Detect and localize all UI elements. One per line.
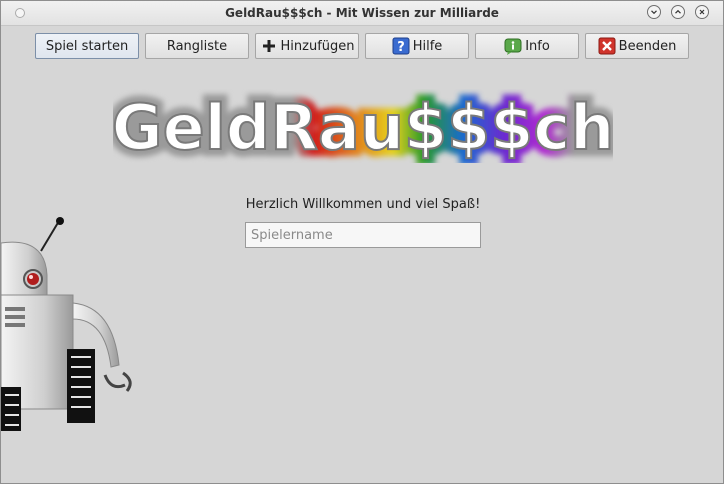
- app-window: GeldRau$$$ch - Mit Wissen zur Milliarde …: [0, 0, 724, 484]
- minimize-button[interactable]: [647, 5, 661, 19]
- quit-button[interactable]: Beenden: [585, 33, 689, 59]
- chevron-up-icon: [675, 9, 681, 14]
- start-game-label: Spiel starten: [45, 38, 129, 54]
- help-label: Hilfe: [412, 38, 443, 54]
- help-icon: ?: [392, 37, 410, 55]
- add-button[interactable]: Hinzufügen: [255, 33, 359, 59]
- add-label: Hinzufügen: [280, 38, 355, 54]
- title-bar: GeldRau$$$ch - Mit Wissen zur Milliarde: [1, 1, 723, 26]
- start-game-button[interactable]: Spiel starten: [35, 33, 139, 59]
- player-name-input[interactable]: [245, 222, 481, 248]
- window-title: GeldRau$$$ch - Mit Wissen zur Milliarde: [225, 6, 499, 20]
- info-icon: [504, 38, 522, 55]
- close-icon: [598, 37, 616, 55]
- ranking-button[interactable]: Rangliste: [145, 33, 249, 59]
- welcome-message: Herzlich Willkommen und viel Spaß!: [245, 197, 481, 212]
- info-label: Info: [525, 38, 550, 54]
- close-icon: [699, 9, 705, 15]
- quit-label: Beenden: [618, 38, 677, 54]
- app-logo: GeldRau$$$ch GeldRau$$$ch: [113, 89, 613, 163]
- logo-text: GeldRau$$$ch: [113, 91, 613, 163]
- chevron-down-icon: [651, 10, 657, 15]
- info-button[interactable]: Info: [475, 33, 579, 59]
- maximize-button[interactable]: [671, 5, 685, 19]
- window-menu-icon[interactable]: [15, 8, 25, 18]
- robot-illustration: [1, 217, 132, 431]
- svg-text:?: ?: [397, 40, 405, 55]
- plus-icon: [262, 40, 275, 52]
- ranking-label: Rangliste: [166, 38, 228, 54]
- help-button[interactable]: ? Hilfe: [365, 33, 469, 59]
- close-window-button[interactable]: [695, 5, 709, 19]
